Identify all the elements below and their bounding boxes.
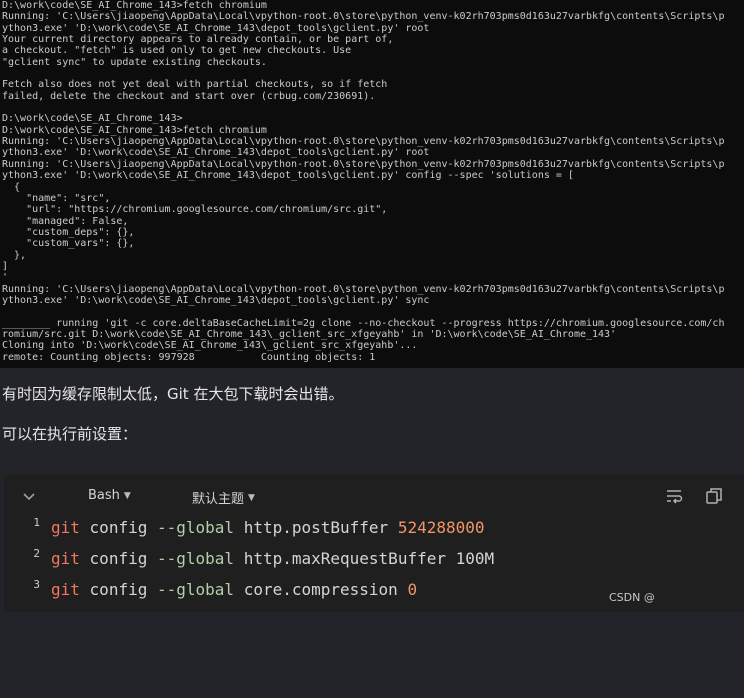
terminal-screenshot: D:\work\code\SE_AI_Chrome_143>fetch chro… — [0, 0, 744, 368]
code-command: git — [51, 518, 80, 537]
code-key: http.maxRequestBuffer — [243, 549, 446, 568]
terminal-line: Fetch also does not yet deal with partia… — [2, 79, 388, 91]
terminal-line: { — [2, 181, 21, 193]
terminal-line: Cloning into 'D:\work\code\SE_AI_Chrome_… — [2, 340, 418, 352]
terminal-line: }, — [2, 249, 27, 261]
code-line: 2 git config --global http.maxRequestBuf… — [4, 543, 744, 574]
code-key: http.postBuffer — [243, 518, 389, 537]
terminal-line: Running: 'C:\Users\jiaopeng\AppData\Loca… — [2, 136, 725, 148]
code-value: 0 — [407, 580, 418, 599]
code-flag: --global — [156, 518, 235, 537]
code-key: core.compression — [243, 580, 398, 599]
terminal-line: ython3.exe' 'D:\work\code\SE_AI_Chrome_1… — [2, 294, 430, 306]
terminal-line: Running: 'C:\Users\jiaopeng\AppData\Loca… — [2, 11, 725, 23]
terminal-line: Your current directory appears to alread… — [2, 34, 394, 46]
chevron-down-icon[interactable] — [20, 487, 38, 505]
code-flag: --global — [156, 549, 235, 568]
code-command: git — [51, 549, 80, 568]
code-subcommand: config — [89, 580, 148, 599]
caret-down-icon: ▼ — [248, 492, 255, 503]
terminal-line: "custom_vars": {}, — [2, 238, 135, 250]
terminal-line: D:\work\code\SE_AI_Chrome_143> — [2, 113, 183, 125]
watermark: CSDN @ — [609, 591, 655, 604]
language-select[interactable]: Bash ▼ — [88, 488, 131, 503]
code-text: git config --global http.maxRequestBuffe… — [51, 543, 494, 574]
terminal-line: ython3.exe' 'D:\work\code\SE_AI_Chrome_1… — [2, 170, 574, 182]
paragraph-cache-limit: 有时因为缓存限制太低，Git 在大包下载时会出错。 — [2, 385, 344, 403]
terminal-line: a checkout. "fetch" is used only to get … — [2, 45, 352, 57]
terminal-line: romium/src.git D:\work\code\SE_AI_Chrome… — [2, 328, 617, 340]
wrap-lines-icon[interactable] — [664, 486, 684, 506]
terminal-line: "gclient sync" to update existing checko… — [2, 56, 267, 68]
code-text: git config --global core.compression 0 — [51, 574, 417, 605]
terminal-line: Running: 'C:\Users\jiaopeng\AppData\Loca… — [2, 158, 725, 170]
terminal-line: "url": "https://chromium.googlesource.co… — [2, 204, 388, 216]
terminal-line: "custom_deps": {}, — [2, 226, 135, 238]
language-label: Bash — [88, 488, 120, 503]
terminal-line: Running: 'C:\Users\jiaopeng\AppData\Loca… — [2, 283, 725, 295]
terminal-line: ython3.exe' 'D:\work\code\SE_AI_Chrome_1… — [2, 22, 430, 34]
terminal-line: remote: Counting objects: 997928 Countin… — [2, 351, 376, 363]
code-line: 1 git config --global http.postBuffer 52… — [4, 512, 744, 543]
terminal-line: ython3.exe' 'D:\work\code\SE_AI_Chrome_1… — [2, 147, 430, 159]
code-value: 524288000 — [397, 518, 485, 537]
terminal-line: ' — [2, 272, 9, 284]
code-flag: --global — [156, 580, 235, 599]
copy-icon[interactable] — [704, 486, 724, 506]
line-number: 2 — [33, 547, 40, 560]
code-subcommand: config — [89, 518, 148, 537]
terminal-line: "managed": False, — [2, 215, 129, 227]
theme-label: 默认主题 — [192, 492, 245, 507]
code-text: git config --global http.postBuffer 5242… — [51, 512, 485, 543]
caret-down-icon: ▼ — [123, 490, 131, 501]
theme-select[interactable]: 默认主题 ▼ — [192, 488, 255, 507]
terminal-line: failed, delete the checkout and start ov… — [2, 90, 376, 102]
line-number: 1 — [33, 516, 40, 529]
line-number: 3 — [33, 578, 40, 591]
code-subcommand: config — [89, 549, 148, 568]
code-value: 100M — [455, 549, 495, 568]
terminal-line: D:\work\code\SE_AI_Chrome_143>fetch chro… — [2, 124, 267, 136]
paragraph-set-before: 可以在执行前设置： — [2, 425, 138, 443]
terminal-line: ________ running 'git -c core.deltaBaseC… — [2, 317, 725, 329]
terminal-line: ] — [2, 260, 9, 272]
terminal-line: D:\work\code\SE_AI_Chrome_143>fetch chro… — [2, 0, 267, 11]
terminal-line: "name": "src", — [2, 192, 111, 204]
code-command: git — [51, 580, 80, 599]
